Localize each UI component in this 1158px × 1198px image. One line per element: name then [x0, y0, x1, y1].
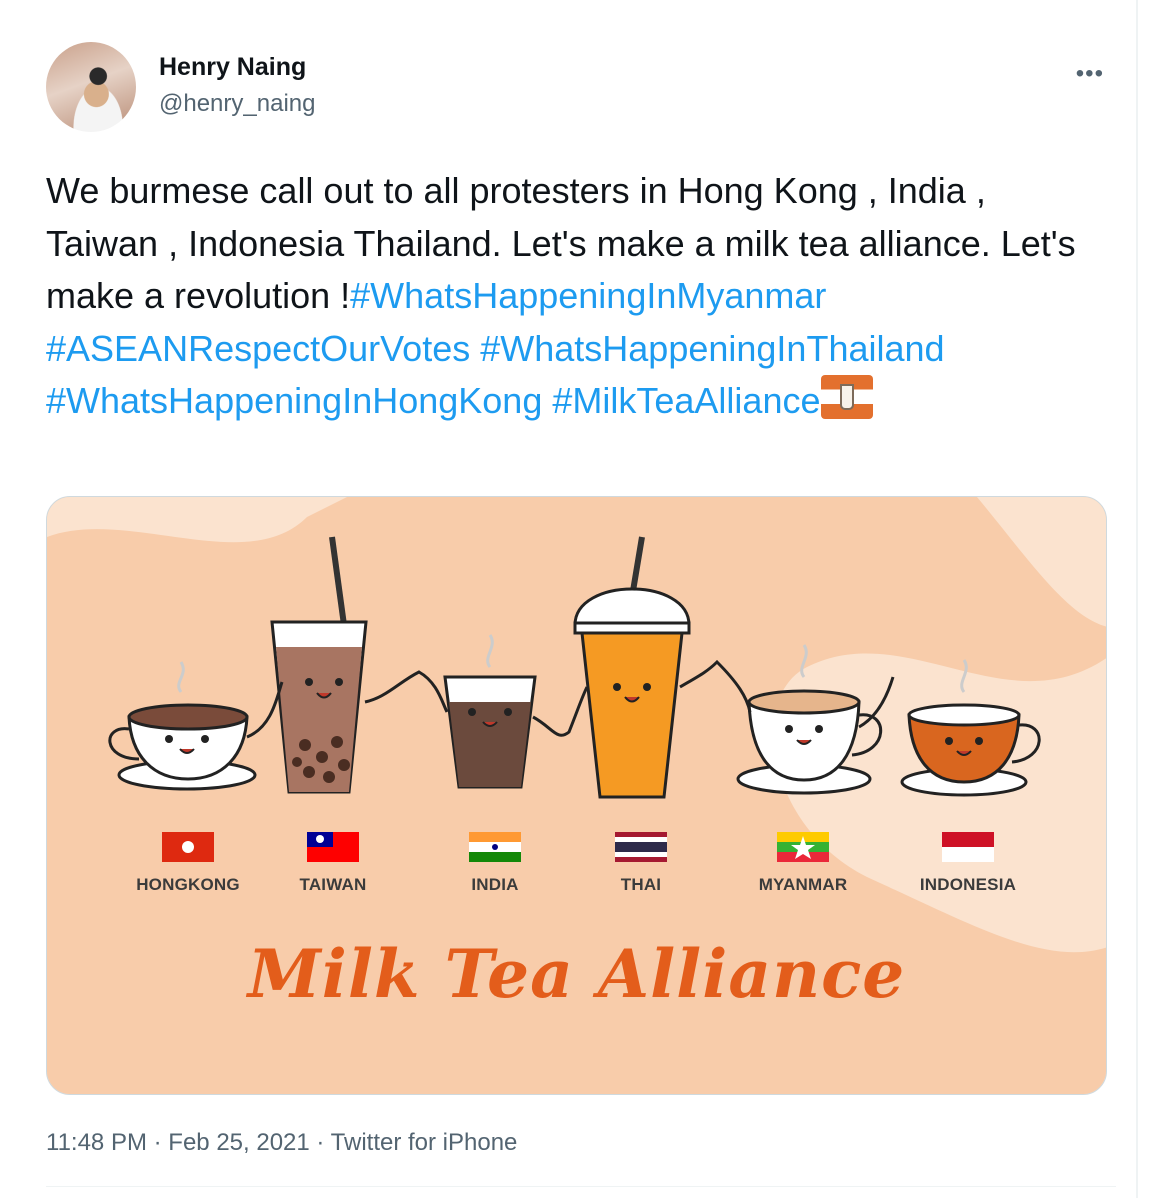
divider: [46, 1186, 1116, 1187]
taiwan-flag-icon: [307, 832, 359, 862]
hashtag-asean-respect-our-votes[interactable]: #ASEANRespectOurVotes: [46, 328, 470, 369]
milk-tea-alliance-flag-emoji: [820, 375, 873, 419]
hongkong-flag-icon: [162, 832, 214, 862]
country-label-indonesia: INDONESIA: [919, 875, 1017, 894]
user-display-name[interactable]: Henry Naing: [159, 52, 306, 82]
tweet-header: Henry Naing @henry_naing •••: [46, 42, 1116, 132]
thai-flag-icon: [615, 832, 667, 862]
banner-text: Milk Tea Alliance: [247, 935, 906, 1013]
more-options-icon[interactable]: •••: [1076, 60, 1104, 88]
meta-separator: ·: [316, 1129, 325, 1156]
hashtag-whats-happening-in-thailand[interactable]: #WhatsHappeningInThailand: [480, 328, 944, 369]
country-label-hongkong: HONGKONG: [136, 875, 240, 894]
meta-separator: ·: [153, 1129, 162, 1156]
tweet-image[interactable]: HONGKONG TAIWAN INDIA THAI MYANMAR INDON…: [46, 496, 1107, 1095]
tweet-time[interactable]: 11:48 PM: [46, 1129, 147, 1156]
user-handle[interactable]: @henry_naing: [159, 89, 315, 119]
tweet-metadata: 11:48 PM · Feb 25, 2021 · Twitter for iP…: [46, 1128, 517, 1158]
tweet-source[interactable]: Twitter for iPhone: [331, 1129, 518, 1156]
india-flag-icon: [469, 832, 521, 862]
tweet-text: We burmese call out to all protesters in…: [46, 165, 1106, 428]
avatar[interactable]: [46, 42, 136, 132]
hashtag-milk-tea-alliance[interactable]: #MilkTeaAlliance: [552, 380, 820, 421]
country-label-myanmar: MYANMAR: [758, 875, 848, 894]
country-label-thai: THAI: [620, 875, 662, 894]
indonesia-flag-icon: [942, 832, 994, 862]
country-label-india: INDIA: [471, 875, 519, 894]
tweet-container: Henry Naing @henry_naing ••• We burmese …: [0, 0, 1138, 1198]
hashtag-whats-happening-in-hongkong[interactable]: #WhatsHappeningInHongKong: [46, 380, 542, 421]
country-label-taiwan: TAIWAN: [299, 875, 367, 894]
myanmar-flag-icon: [777, 832, 829, 862]
tweet-date[interactable]: Feb 25, 2021: [168, 1129, 309, 1156]
banner-title: Milk Tea Alliance: [47, 935, 1106, 1013]
hashtag-whats-happening-in-myanmar[interactable]: #WhatsHappeningInMyanmar: [350, 275, 826, 316]
